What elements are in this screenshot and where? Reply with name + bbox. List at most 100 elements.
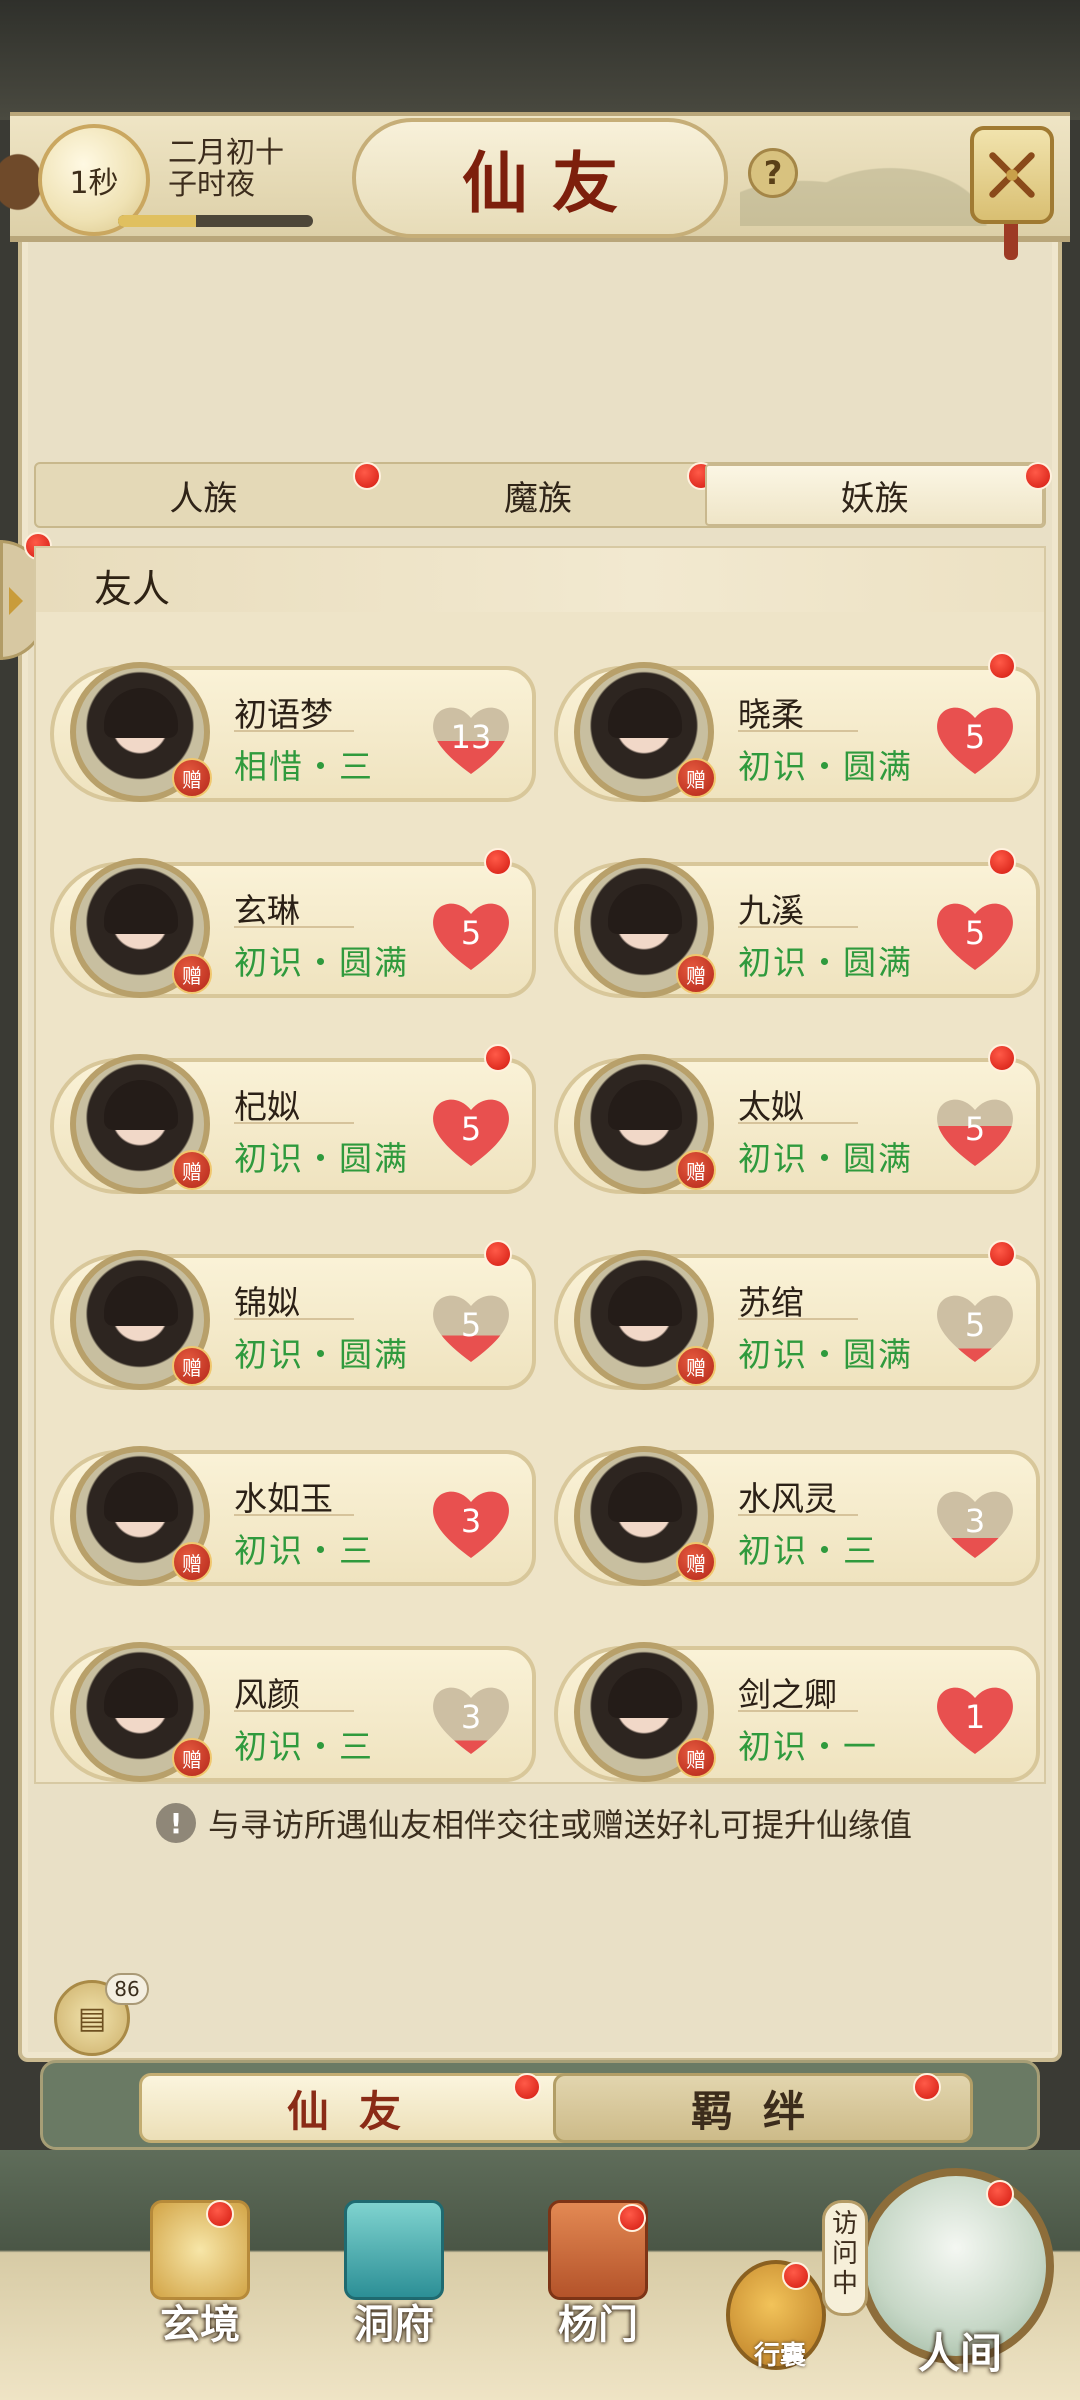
tab-friends-label: 仙友 [286, 2086, 431, 2136]
heart-icon: 5 [428, 1092, 514, 1170]
bag-label: 行囊 [753, 2341, 806, 2371]
heart-icon: 5 [932, 700, 1018, 778]
heart-count: 13 [450, 718, 492, 756]
friend-card[interactable]: 赠苏绾初识・圆满 5 [554, 1240, 1040, 1390]
notification-dot [484, 1240, 512, 1268]
friend-name: 杞姒 [234, 1087, 300, 1126]
heart-icon: 5 [932, 1288, 1018, 1366]
chat-icon: ▤ [77, 2000, 107, 2036]
divider [738, 926, 858, 928]
avatar-hair [608, 1276, 682, 1326]
friend-name: 锦姒 [234, 1283, 300, 1322]
gift-icon[interactable]: 赠 [676, 758, 716, 798]
friend-status: 初识・圆满 [738, 943, 913, 982]
friend-card[interactable]: 赠剑之卿 初识・一 1 [554, 1642, 1040, 1782]
gift-icon[interactable]: 赠 [172, 954, 212, 994]
heart-icon: 3 [428, 1484, 514, 1562]
avatar-hair [104, 1276, 178, 1326]
heart-count: 3 [460, 1698, 482, 1736]
notification-dot [206, 2200, 234, 2228]
nav-xuanjing[interactable]: 玄境 [130, 2200, 270, 2350]
page-title: 仙友 [462, 144, 642, 222]
divider [234, 730, 354, 732]
avatar-hair [104, 884, 178, 934]
avatar-hair [104, 1472, 178, 1522]
date-line-2: 子时夜 [168, 167, 256, 201]
friend-card[interactable]: 赠水风灵 初识・三 3 [554, 1446, 1040, 1586]
divider [738, 1122, 858, 1124]
friend-status: 初识・一 [738, 1727, 878, 1766]
friend-status: 初识・三 [234, 1531, 374, 1570]
friend-card[interactable]: 赠水如玉初识・三 3 [50, 1446, 536, 1586]
friend-status: 初识・圆满 [738, 1335, 913, 1374]
bag-button[interactable]: 行囊 [726, 2260, 826, 2371]
friend-card[interactable]: 赠九溪初识・圆满 5 [554, 848, 1040, 998]
gift-icon[interactable]: 赠 [172, 1150, 212, 1190]
gift-icon[interactable]: 赠 [676, 1346, 716, 1386]
gift-icon[interactable]: 赠 [172, 1738, 212, 1778]
timer-label: 1秒 [69, 166, 119, 201]
notification-dot [484, 1044, 512, 1072]
notification-dot [988, 848, 1016, 876]
tab-yao-label: 妖族 [840, 478, 909, 519]
friend-status: 初识・圆满 [738, 747, 913, 786]
notification-dot [913, 2073, 941, 2101]
divider [234, 1122, 354, 1124]
friend-card[interactable]: 赠太姒 初识・圆满 5 [554, 1044, 1040, 1194]
heart-count: 1 [964, 1698, 986, 1736]
friend-status: 初识・三 [234, 1727, 374, 1766]
friend-status: 初识・圆满 [234, 943, 409, 982]
divider [234, 1710, 354, 1712]
friend-status: 初识・圆满 [738, 1139, 913, 1178]
heart-count: 5 [964, 914, 986, 952]
friend-name: 九溪 [738, 891, 804, 930]
scroll-icon [150, 2200, 250, 2300]
heart-count: 3 [964, 1502, 986, 1540]
time-progress-fill [118, 215, 196, 227]
tab-demon[interactable]: 魔族 [371, 462, 716, 526]
friend-status: 相惜・三 [234, 747, 374, 786]
section-title: 友人 [94, 567, 171, 611]
gift-icon[interactable]: 赠 [676, 1150, 716, 1190]
nav-yangmen[interactable]: 杨门 [528, 2200, 668, 2350]
heart-icon: 13 [428, 700, 514, 778]
friend-name: 水如玉 [234, 1479, 333, 1518]
friend-name: 风颜 [234, 1675, 300, 1714]
gift-icon[interactable]: 赠 [676, 1738, 716, 1778]
divider [738, 1710, 858, 1712]
friend-card[interactable]: 赠风颜初识・三 3 [50, 1642, 536, 1782]
friend-card[interactable]: 赠玄琳 初识・圆满 5 [50, 848, 536, 998]
avatar-hair [608, 884, 682, 934]
heart-icon: 5 [932, 896, 1018, 974]
heart-icon: 5 [932, 1092, 1018, 1170]
friend-card[interactable]: 赠锦姒 初识・圆满 5 [50, 1240, 536, 1390]
notification-dot [1024, 462, 1053, 490]
nav-yangmen-label: 杨门 [558, 2301, 638, 2348]
gift-icon[interactable]: 赠 [676, 954, 716, 994]
notification-dot [988, 1044, 1016, 1072]
avatar-hair [104, 1080, 178, 1130]
chat-count-badge: 86 [105, 1973, 149, 2005]
gift-icon[interactable]: 赠 [172, 1346, 212, 1386]
nav-dongfu[interactable]: 洞府 [324, 2200, 464, 2350]
tab-bonds[interactable]: 羁绊 [553, 2073, 973, 2143]
heart-count: 5 [460, 1306, 482, 1344]
tab-yao[interactable]: 妖族 [705, 462, 1053, 526]
top-background [0, 0, 1080, 120]
friend-name: 苏绾 [738, 1283, 804, 1322]
chat-button[interactable]: ▤ 86 [54, 1973, 149, 2056]
help-icon[interactable]: ? [748, 148, 798, 198]
chevron-right-icon [9, 587, 23, 615]
tab-human[interactable]: 人族 [36, 462, 381, 526]
gift-icon[interactable]: 赠 [172, 1542, 212, 1582]
gift-icon[interactable]: 赠 [172, 758, 212, 798]
close-button[interactable] [970, 126, 1054, 224]
tassel-decoration [1004, 224, 1018, 260]
friend-card[interactable]: 赠杞姒 初识・圆满 5 [50, 1044, 536, 1194]
divider [738, 1514, 858, 1516]
friend-card[interactable]: 赠晓柔 初识・圆满 5 [554, 652, 1040, 802]
world-label: 人间 [917, 2329, 1002, 2378]
friend-card[interactable]: 赠初语梦 相惜・三 13 [50, 662, 536, 802]
gift-icon[interactable]: 赠 [676, 1542, 716, 1582]
avatar-hair [104, 1668, 178, 1718]
